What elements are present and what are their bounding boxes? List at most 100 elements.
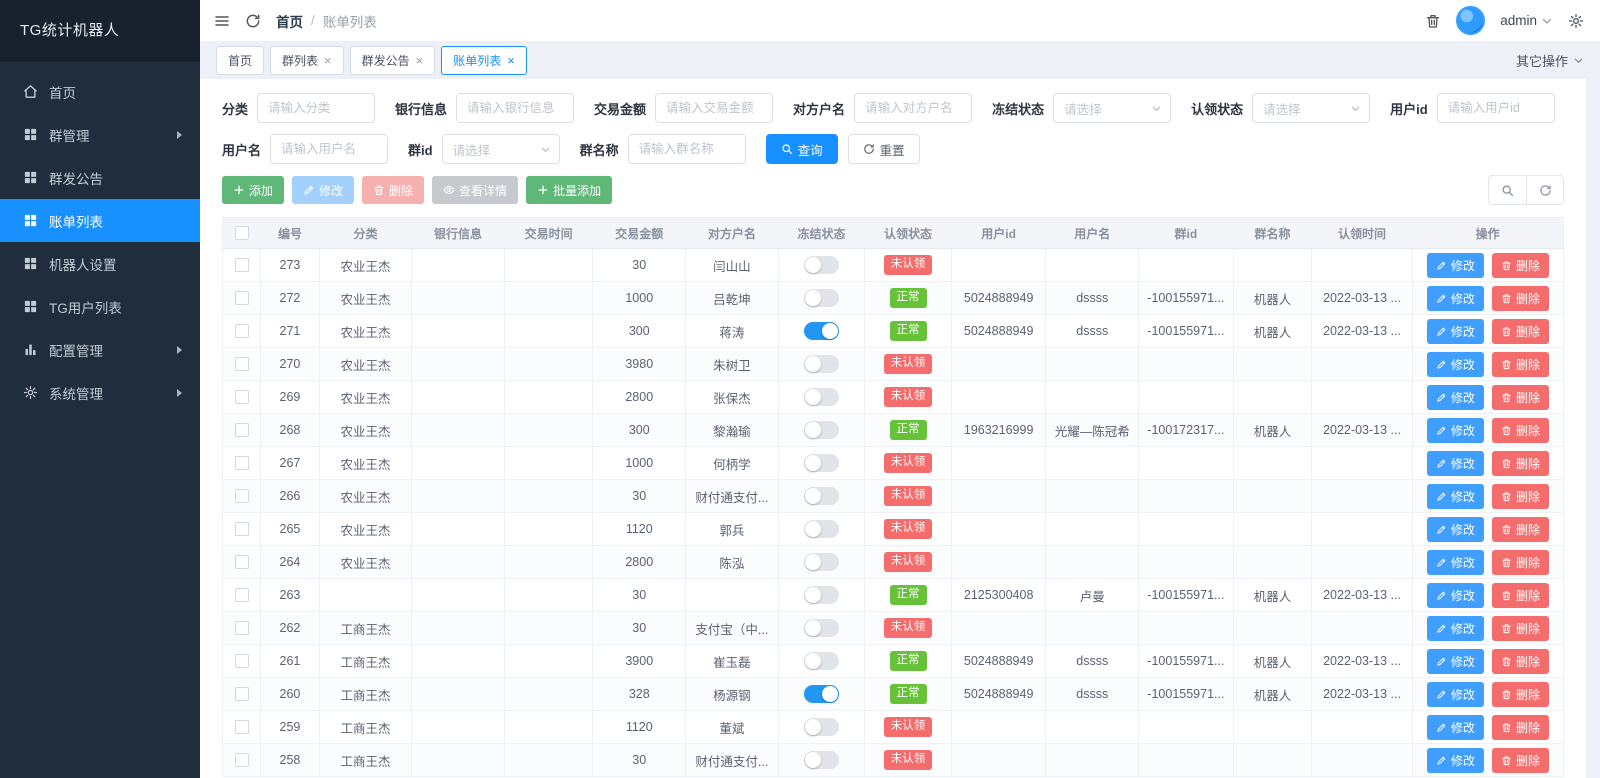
collapse-sidebar-button[interactable] [214, 13, 230, 29]
sidebar-item-system-manage[interactable]: 系统管理 [0, 371, 200, 414]
sidebar-item-bill-list[interactable]: 账单列表 [0, 199, 200, 242]
row-checkbox[interactable] [234, 390, 249, 405]
row-edit-button[interactable]: 修改 [1426, 615, 1484, 641]
row-checkbox[interactable] [234, 555, 249, 570]
row-edit-button[interactable]: 修改 [1426, 648, 1484, 674]
frozen-toggle[interactable] [803, 256, 839, 274]
row-checkbox[interactable] [234, 753, 249, 768]
row-checkbox[interactable] [234, 522, 249, 537]
row-delete-button[interactable]: 删除 [1491, 252, 1549, 278]
tab-group-list[interactable]: 群列表 × [270, 45, 344, 75]
row-edit-button[interactable]: 修改 [1426, 318, 1484, 344]
row-edit-button[interactable]: 修改 [1426, 285, 1484, 311]
filter-user-name-input[interactable] [270, 134, 389, 164]
frozen-toggle[interactable] [803, 289, 839, 307]
row-edit-button[interactable]: 修改 [1426, 351, 1484, 377]
row-edit-button[interactable]: 修改 [1426, 384, 1484, 410]
row-delete-button[interactable]: 删除 [1491, 582, 1549, 608]
batch-add-button[interactable]: 批量添加 [526, 176, 613, 204]
row-checkbox[interactable] [234, 357, 249, 372]
frozen-toggle[interactable] [803, 718, 839, 736]
frozen-toggle[interactable] [803, 619, 839, 637]
table-refresh-button[interactable] [1526, 175, 1564, 205]
sidebar-item-config-manage[interactable]: 配置管理 [0, 328, 200, 371]
frozen-toggle[interactable] [803, 454, 839, 472]
user-menu[interactable]: admin [1500, 13, 1553, 28]
filter-frozen-status-select[interactable]: 请选择 [1053, 93, 1172, 123]
row-delete-button[interactable]: 删除 [1491, 450, 1549, 476]
frozen-toggle[interactable] [803, 751, 839, 769]
settings-button[interactable] [1568, 13, 1584, 29]
row-edit-button[interactable]: 修改 [1426, 450, 1484, 476]
filter-claim-status-select[interactable]: 请选择 [1252, 93, 1371, 123]
row-delete-button[interactable]: 删除 [1491, 747, 1549, 773]
row-checkbox[interactable] [234, 456, 249, 471]
row-checkbox[interactable] [234, 258, 249, 273]
edit-button[interactable]: 修改 [292, 176, 355, 204]
row-edit-button[interactable]: 修改 [1426, 714, 1484, 740]
row-checkbox[interactable] [234, 291, 249, 306]
frozen-toggle[interactable] [803, 322, 839, 340]
row-edit-button[interactable]: 修改 [1426, 483, 1484, 509]
tab-bill-list[interactable]: 账单列表 × [441, 45, 527, 75]
frozen-toggle[interactable] [803, 520, 839, 538]
filter-category-input[interactable] [257, 93, 376, 123]
row-delete-button[interactable]: 删除 [1491, 648, 1549, 674]
breadcrumb-root[interactable]: 首页 [276, 11, 303, 31]
sidebar-item-robot-settings[interactable]: 机器人设置 [0, 242, 200, 285]
row-delete-button[interactable]: 删除 [1491, 549, 1549, 575]
row-delete-button[interactable]: 删除 [1491, 318, 1549, 344]
view-detail-button[interactable]: 查看详情 [432, 176, 519, 204]
row-delete-button[interactable]: 删除 [1491, 483, 1549, 509]
row-edit-button[interactable]: 修改 [1426, 582, 1484, 608]
add-button[interactable]: 添加 [222, 176, 285, 204]
row-checkbox[interactable] [234, 621, 249, 636]
delete-button[interactable]: 删除 [362, 176, 425, 204]
row-checkbox[interactable] [234, 687, 249, 702]
row-checkbox[interactable] [234, 489, 249, 504]
row-delete-button[interactable]: 删除 [1491, 714, 1549, 740]
sidebar-item-home[interactable]: 首页 [0, 70, 200, 113]
row-delete-button[interactable]: 删除 [1491, 285, 1549, 311]
filter-amount-input[interactable] [655, 93, 774, 123]
other-operations-dropdown[interactable]: 其它操作 [1516, 51, 1584, 70]
close-icon[interactable]: × [507, 54, 515, 67]
filter-user-id-input[interactable] [1436, 93, 1555, 123]
row-edit-button[interactable]: 修改 [1426, 549, 1484, 575]
row-edit-button[interactable]: 修改 [1426, 516, 1484, 542]
filter-counterparty-input[interactable] [854, 93, 973, 123]
filter-group-id-select[interactable]: 请选择 [441, 134, 560, 164]
query-button[interactable]: 查询 [765, 134, 838, 164]
row-delete-button[interactable]: 删除 [1491, 516, 1549, 542]
filter-bank-info-input[interactable] [456, 93, 575, 123]
row-delete-button[interactable]: 删除 [1491, 417, 1549, 443]
row-edit-button[interactable]: 修改 [1426, 417, 1484, 443]
frozen-toggle[interactable] [803, 487, 839, 505]
frozen-toggle[interactable] [803, 652, 839, 670]
tab-group-announce[interactable]: 群发公告 × [349, 45, 436, 75]
frozen-toggle[interactable] [803, 388, 839, 406]
row-checkbox[interactable] [234, 324, 249, 339]
reset-button[interactable]: 重置 [847, 134, 920, 164]
close-icon[interactable]: × [416, 54, 424, 67]
row-checkbox[interactable] [234, 720, 249, 735]
frozen-toggle[interactable] [803, 553, 839, 571]
frozen-toggle[interactable] [803, 355, 839, 373]
sidebar-item-tg-user-list[interactable]: TG用户列表 [0, 285, 200, 328]
trash-button[interactable] [1425, 13, 1441, 29]
tab-home[interactable]: 首页 [216, 45, 265, 75]
frozen-toggle[interactable] [803, 586, 839, 604]
sidebar-item-group-announce[interactable]: 群发公告 [0, 156, 200, 199]
row-delete-button[interactable]: 删除 [1491, 681, 1549, 707]
sidebar-item-group-manage[interactable]: 群管理 [0, 113, 200, 156]
frozen-toggle[interactable] [803, 421, 839, 439]
reload-page-button[interactable] [245, 13, 261, 29]
row-checkbox[interactable] [234, 423, 249, 438]
row-edit-button[interactable]: 修改 [1426, 252, 1484, 278]
table-search-button[interactable] [1488, 175, 1526, 205]
frozen-toggle[interactable] [803, 685, 839, 703]
row-checkbox[interactable] [234, 588, 249, 603]
row-delete-button[interactable]: 删除 [1491, 615, 1549, 641]
row-delete-button[interactable]: 删除 [1491, 351, 1549, 377]
filter-group-name-input[interactable] [627, 134, 746, 164]
